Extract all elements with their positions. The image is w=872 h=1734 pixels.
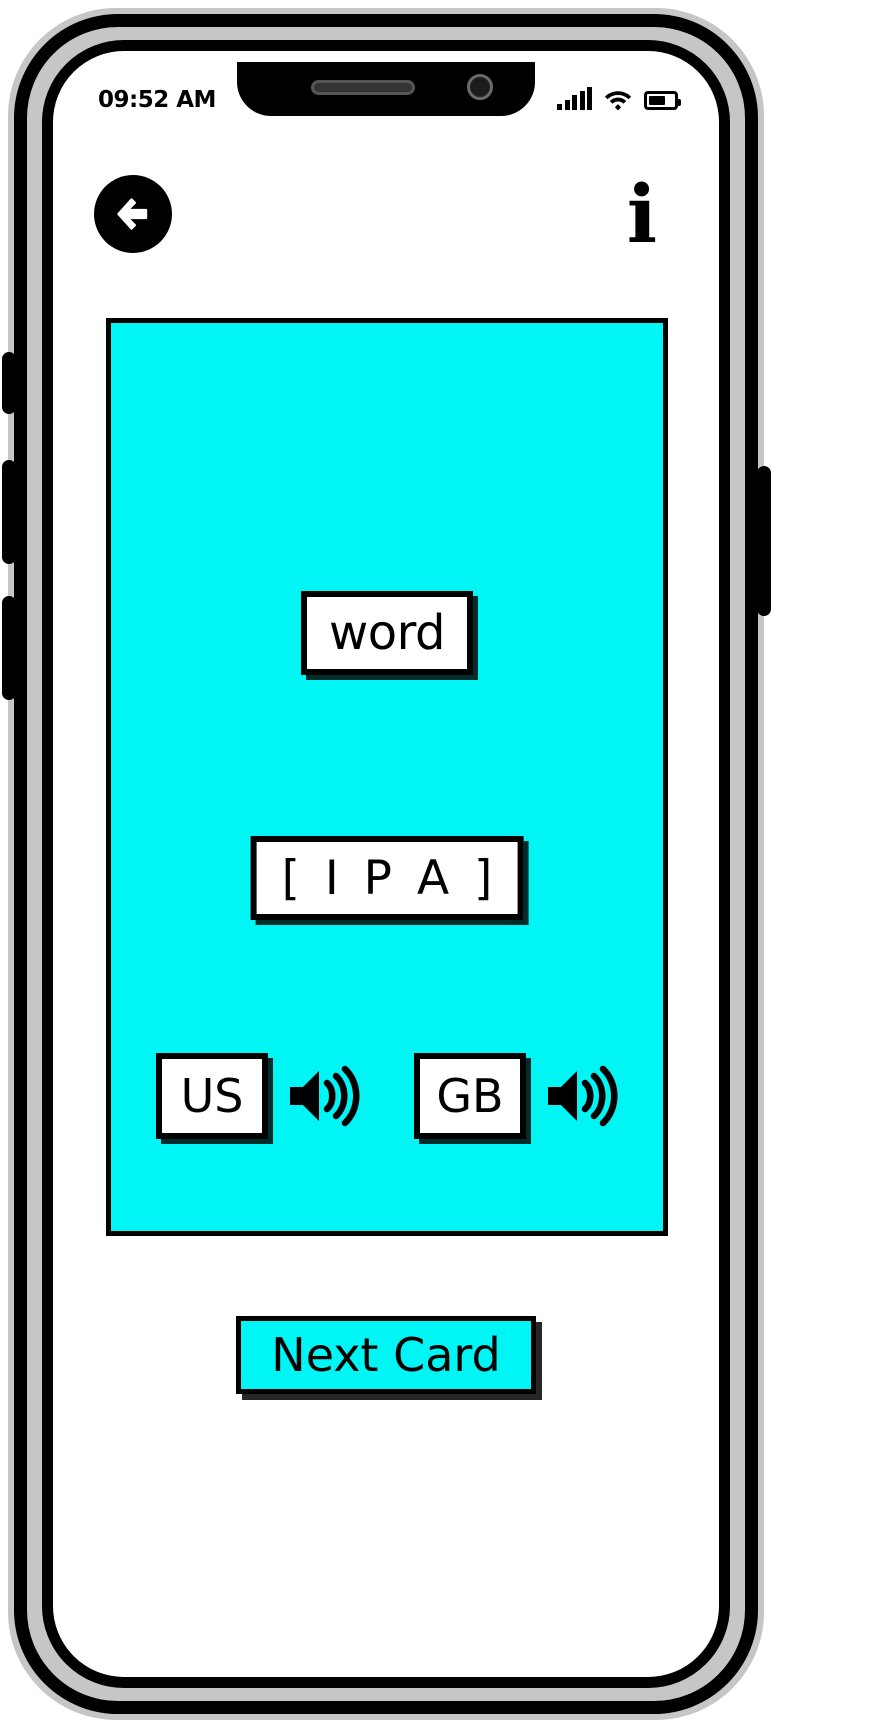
arrow-left-icon bbox=[117, 198, 148, 230]
speaker-volume-icon bbox=[290, 1065, 360, 1127]
phone-screen: 09:52 AM i word [I P A] US GB Next Car… bbox=[64, 62, 708, 1666]
volume-up-button[interactable] bbox=[2, 460, 16, 564]
locale-badge-gb: GB bbox=[414, 1053, 526, 1139]
locale-badge-us: US bbox=[156, 1053, 268, 1139]
info-button[interactable]: i bbox=[618, 174, 666, 254]
audio-group-us: US bbox=[156, 1053, 360, 1139]
next-card-button[interactable]: Next Card bbox=[236, 1316, 536, 1394]
power-button[interactable] bbox=[757, 466, 771, 616]
ipa-text: [ I P A ] bbox=[281, 850, 498, 906]
next-card-label: Next Card bbox=[271, 1328, 501, 1382]
battery-fill-level bbox=[649, 96, 665, 105]
app-bar: i bbox=[64, 150, 708, 278]
word-text: word bbox=[329, 605, 445, 661]
audio-group-gb: GB bbox=[414, 1053, 618, 1139]
audio-controls-row: US GB bbox=[111, 1053, 663, 1139]
status-bar-time: 09:52 AM bbox=[98, 87, 216, 113]
locale-label-gb: GB bbox=[436, 1069, 504, 1123]
status-bar-indicators bbox=[557, 87, 681, 112]
ipa-box: [ I P A ] bbox=[250, 836, 524, 920]
play-audio-gb-button[interactable] bbox=[544, 1061, 618, 1131]
info-icon: i bbox=[626, 167, 658, 261]
play-audio-us-button[interactable] bbox=[286, 1061, 360, 1131]
silent-switch-button[interactable] bbox=[2, 352, 16, 414]
flashcard-panel: word [ I P A ] US GB bbox=[106, 318, 668, 1236]
battery-icon bbox=[644, 91, 681, 110]
back-button[interactable] bbox=[94, 175, 172, 253]
volume-down-button[interactable] bbox=[2, 596, 16, 700]
locale-label-us: US bbox=[180, 1069, 244, 1123]
wifi-icon bbox=[604, 88, 632, 111]
cellular-signal-icon bbox=[557, 87, 592, 110]
speaker-volume-icon bbox=[548, 1065, 618, 1127]
word-box: word bbox=[301, 591, 473, 675]
status-bar: 09:52 AM bbox=[64, 62, 708, 124]
screenshot-root: 09:52 AM i word [I P A] US GB Next Car… bbox=[0, 0, 872, 1734]
